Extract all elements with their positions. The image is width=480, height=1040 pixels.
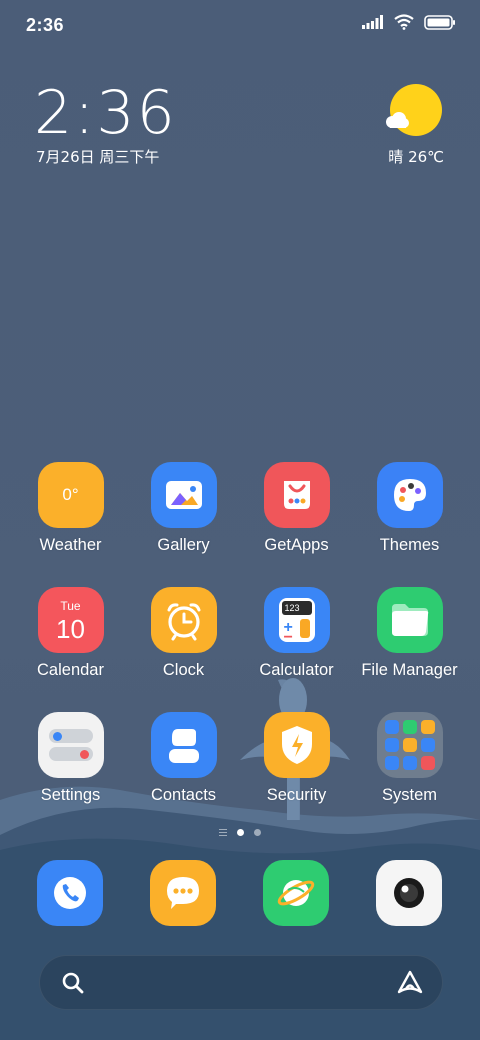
status-bar: 2:36 — [0, 0, 480, 50]
calendar-icon[interactable]: Tue 10 — [37, 587, 104, 653]
search-bar[interactable] — [39, 955, 443, 1010]
status-time: 2:36 — [26, 15, 65, 35]
app-label: Calculator — [259, 661, 334, 679]
folder-grid-icon[interactable] — [376, 712, 443, 778]
app-clock[interactable]: Clock — [127, 587, 240, 680]
signal-icon — [362, 15, 383, 29]
clock-icon[interactable] — [150, 587, 217, 653]
page-dot — [254, 829, 261, 836]
clock-widget-time[interactable]: 2:36 — [34, 78, 177, 148]
app-security[interactable]: Security — [240, 712, 353, 805]
app-system[interactable]: System — [353, 712, 466, 805]
app-contacts[interactable]: Contacts — [127, 712, 240, 805]
wifi-icon — [394, 14, 414, 30]
app-getapps[interactable]: GetApps — [240, 462, 353, 555]
app-gallery[interactable]: Gallery — [127, 462, 240, 555]
weather-temp-badge: 0° — [62, 485, 79, 504]
app-label: Weather — [39, 536, 102, 554]
weather-icon[interactable]: 0° — [37, 462, 104, 528]
app-label: GetApps — [264, 536, 329, 554]
app-label: Calendar — [37, 661, 104, 679]
app-settings[interactable]: Settings — [14, 712, 127, 805]
app-label: File Manager — [361, 661, 458, 679]
cloud-icon — [386, 112, 409, 128]
phone-icon[interactable] — [37, 860, 103, 926]
getapps-icon[interactable] — [263, 462, 330, 528]
camera-icon[interactable] — [376, 860, 442, 926]
clock-widget-date[interactable]: 7月26日 周三下午 — [36, 146, 159, 167]
weather-widget[interactable]: 晴 26℃ — [350, 82, 450, 172]
messages-icon[interactable] — [150, 860, 216, 926]
app-label: Themes — [379, 536, 440, 554]
app-label: System — [381, 786, 437, 804]
app-label: Security — [266, 786, 327, 804]
settings-icon[interactable] — [37, 712, 104, 778]
app-label: Settings — [40, 786, 101, 804]
contacts-icon[interactable] — [150, 712, 217, 778]
calculator-screen: 123 — [281, 601, 312, 615]
gallery-icon[interactable] — [150, 462, 217, 528]
status-icons — [362, 14, 456, 30]
themes-icon[interactable] — [376, 462, 443, 528]
app-label: Contacts — [150, 786, 217, 804]
search-icon — [62, 972, 84, 994]
calculator-icon[interactable]: 123 + − — [263, 587, 330, 653]
page-indicator-feed — [219, 829, 227, 836]
search-input[interactable] — [100, 970, 380, 996]
app-calendar[interactable]: Tue 10 Calendar — [14, 587, 127, 680]
app-label: Clock — [162, 661, 205, 679]
folder-icon[interactable] — [376, 587, 443, 653]
sun-icon — [390, 84, 442, 136]
browser-icon[interactable] — [263, 860, 329, 926]
app-calculator[interactable]: 123 + − Calculator — [240, 587, 353, 680]
app-weather[interactable]: 0° Weather — [14, 462, 127, 555]
page-dot-active — [237, 829, 244, 836]
calendar-day: Tue — [60, 599, 81, 613]
app-themes[interactable]: Themes — [353, 462, 466, 555]
calendar-date: 10 — [56, 614, 85, 644]
page-indicator[interactable] — [0, 829, 480, 836]
security-icon[interactable] — [263, 712, 330, 778]
assistant-icon[interactable] — [396, 969, 424, 997]
app-label: Gallery — [157, 536, 210, 554]
weather-text: 晴 26℃ — [388, 148, 444, 166]
app-file-manager[interactable]: File Manager — [353, 587, 466, 680]
battery-icon — [424, 14, 455, 30]
